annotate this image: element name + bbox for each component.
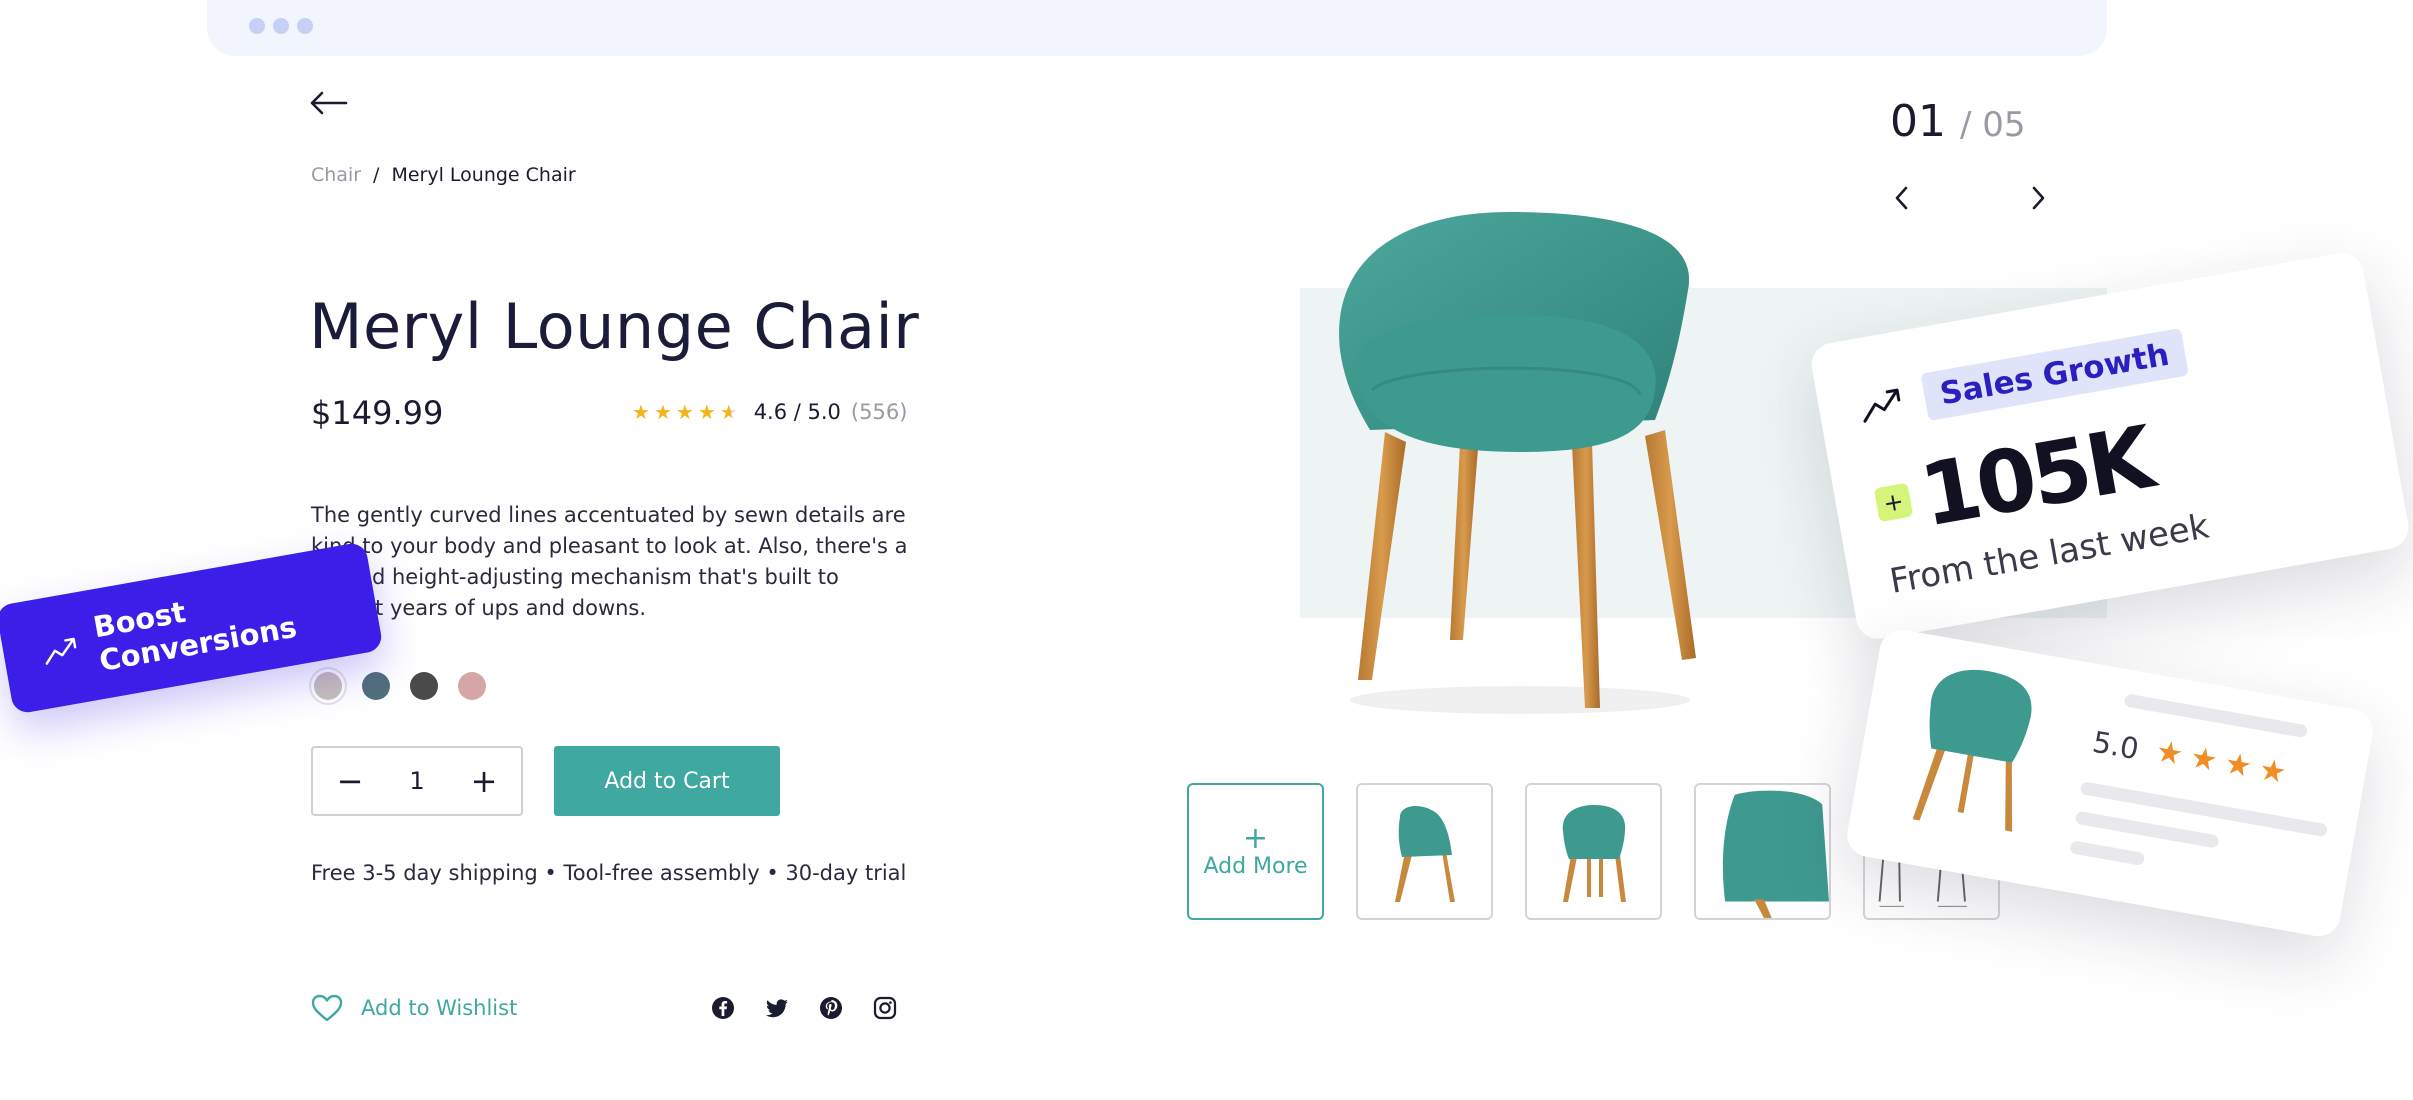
breadcrumb-parent-link[interactable]: Chair bbox=[311, 164, 361, 186]
product-price: $149.99 bbox=[311, 394, 444, 432]
half-star-icon: ★ bbox=[719, 400, 738, 424]
window-dot[interactable] bbox=[273, 18, 289, 34]
product-description: The gently curved lines accentuated by s… bbox=[311, 503, 908, 620]
star-icon: ★ bbox=[2256, 751, 2289, 792]
breadcrumb: Chair / Meryl Lounge Chair bbox=[311, 164, 576, 186]
facebook-icon[interactable] bbox=[711, 996, 735, 1020]
add-more-button[interactable]: + Add More bbox=[1187, 783, 1324, 920]
heart-icon bbox=[311, 994, 343, 1022]
window-controls bbox=[249, 18, 313, 34]
product-title: Meryl Lounge Chair bbox=[309, 290, 920, 363]
star-icon: ★ bbox=[653, 400, 672, 424]
boost-label: Boost Conversions bbox=[90, 594, 300, 678]
star-icon: ★ bbox=[632, 400, 650, 424]
gallery-current: 01 bbox=[1890, 96, 1946, 147]
trend-up-icon bbox=[1863, 388, 1901, 423]
quantity-value[interactable]: 1 bbox=[409, 767, 424, 795]
breadcrumb-current: Meryl Lounge Chair bbox=[391, 164, 576, 186]
color-swatch[interactable] bbox=[410, 672, 438, 700]
decrease-quantity-button[interactable]: − bbox=[335, 762, 365, 800]
chair-side-thumbnail bbox=[1394, 805, 1455, 902]
review-score: 5.0 bbox=[2090, 724, 2142, 767]
chair-closeup-thumbnail bbox=[1722, 790, 1829, 918]
star-icon: ★ bbox=[2187, 739, 2221, 780]
plus-badge: + bbox=[1873, 482, 1914, 523]
gallery-total: / 05 bbox=[1960, 105, 2026, 145]
wishlist-label: Add to Wishlist bbox=[361, 996, 518, 1020]
chevron-right-icon[interactable] bbox=[2026, 184, 2050, 212]
add-to-wishlist-link[interactable]: Add to Wishlist bbox=[311, 994, 517, 1022]
color-swatch[interactable] bbox=[362, 672, 390, 700]
increase-quantity-button[interactable]: + bbox=[469, 762, 499, 800]
pinterest-icon[interactable] bbox=[819, 996, 843, 1020]
rating-count: (556) bbox=[850, 400, 908, 424]
window-dot[interactable] bbox=[297, 18, 313, 34]
back-arrow-icon[interactable] bbox=[308, 88, 348, 118]
add-to-cart-button[interactable]: Add to Cart bbox=[554, 746, 780, 816]
review-placeholder-line bbox=[2069, 840, 2146, 867]
browser-toolbar bbox=[207, 0, 2107, 56]
star-icon: ★ bbox=[2153, 733, 2186, 773]
review-placeholder-line bbox=[2074, 810, 2220, 849]
twitter-icon[interactable] bbox=[765, 996, 789, 1020]
add-more-label: Add More bbox=[1203, 854, 1308, 879]
review-placeholder-line bbox=[2123, 693, 2308, 739]
chevron-left-icon[interactable] bbox=[1890, 184, 1914, 212]
thumbnail[interactable] bbox=[1525, 783, 1662, 920]
social-share bbox=[711, 996, 897, 1020]
window-dot[interactable] bbox=[249, 18, 265, 34]
color-swatch[interactable] bbox=[458, 672, 486, 700]
trend-up-icon bbox=[45, 637, 77, 665]
thumbnail[interactable] bbox=[1694, 783, 1831, 920]
color-swatches bbox=[314, 672, 486, 700]
product-image bbox=[1339, 212, 1696, 714]
instagram-icon[interactable] bbox=[873, 996, 897, 1020]
chair-front-thumbnail bbox=[1562, 804, 1626, 902]
review-stars: ★ ★ ★ ★ bbox=[2153, 733, 2289, 792]
review-product-image bbox=[1912, 669, 2032, 832]
star-icon: ★ bbox=[2221, 745, 2255, 786]
star-icon: ★ bbox=[697, 400, 716, 424]
color-swatch[interactable] bbox=[314, 672, 342, 700]
rating-text: 4.6 / 5.0 bbox=[753, 400, 841, 424]
plus-icon: + bbox=[1242, 821, 1269, 856]
thumbnail[interactable] bbox=[1356, 783, 1493, 920]
product-rating: ★ ★ ★ ★ ★ 4.6 / 5.0 (556) bbox=[632, 400, 907, 424]
star-icon: ★ bbox=[675, 400, 694, 424]
shipping-info: Free 3-5 day shipping • Tool-free assemb… bbox=[311, 861, 907, 885]
breadcrumb-separator: / bbox=[373, 164, 380, 186]
quantity-stepper: − 1 + bbox=[311, 746, 523, 816]
gallery-counter: 01 / 05 bbox=[1890, 96, 2026, 147]
